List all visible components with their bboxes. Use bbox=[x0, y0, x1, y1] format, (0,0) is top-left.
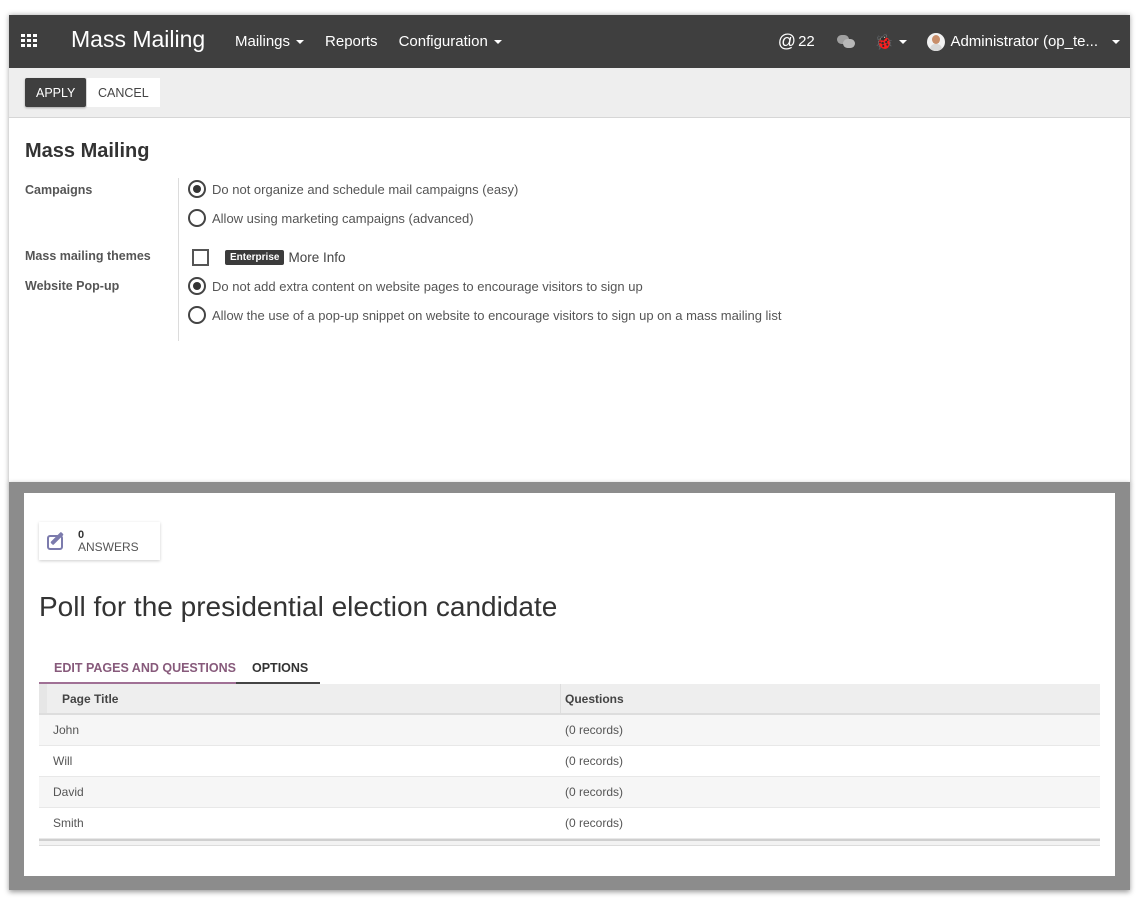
column-header-page-title[interactable]: Page Title bbox=[39, 684, 561, 713]
bug-icon: 🐞 bbox=[874, 33, 894, 51]
user-name: Administrator (op_te... bbox=[950, 33, 1098, 50]
mentions-button[interactable]: @ 22 bbox=[778, 31, 815, 52]
radio-unchecked[interactable] bbox=[188, 209, 206, 227]
themes-label: Mass mailing themes bbox=[25, 249, 151, 263]
menu-reports[interactable]: Reports bbox=[325, 33, 378, 50]
cancel-button[interactable]: CANCEL bbox=[87, 78, 160, 107]
table-row[interactable]: David (0 records) bbox=[39, 777, 1100, 808]
more-info-link[interactable]: More Info bbox=[288, 250, 345, 265]
top-menu: Mailings Reports Configuration bbox=[235, 33, 523, 50]
caret-down-icon bbox=[296, 39, 305, 44]
cell-page-title: Will bbox=[53, 754, 73, 768]
survey-form: 0 ANSWERS Poll for the presidential elec… bbox=[24, 493, 1115, 876]
menu-configuration[interactable]: Configuration bbox=[399, 33, 502, 50]
popup-label: Website Pop-up bbox=[25, 279, 120, 293]
main-navbar: Mass Mailing Mailings Reports Configurat… bbox=[9, 15, 1130, 68]
edit-icon bbox=[47, 531, 69, 551]
mention-count: 22 bbox=[798, 33, 815, 50]
form-tabs: EDIT PAGES AND QUESTIONS OPTIONS bbox=[39, 653, 1100, 685]
cell-questions: (0 records) bbox=[565, 723, 624, 737]
menu-mailings-label: Mailings bbox=[235, 33, 291, 50]
answers-label: ANSWERS bbox=[78, 540, 139, 554]
survey-title: Poll for the presidential election candi… bbox=[39, 591, 558, 622]
systray: @ 22 🐞 Administrator (op_te... bbox=[778, 15, 1130, 68]
chat-icon[interactable] bbox=[836, 34, 855, 49]
apps-menu-icon[interactable] bbox=[21, 34, 39, 48]
popup-option-none[interactable]: Do not add extra content on website page… bbox=[188, 277, 643, 295]
table-row[interactable]: Smith (0 records) bbox=[39, 808, 1100, 839]
table-footer bbox=[39, 839, 1100, 846]
option-label: Allow the use of a pop-up snippet on web… bbox=[212, 307, 782, 323]
caret-down-icon bbox=[1112, 39, 1120, 44]
cell-questions: (0 records) bbox=[565, 785, 624, 799]
tab-edit-pages-and-questions[interactable]: EDIT PAGES AND QUESTIONS bbox=[39, 653, 236, 684]
at-icon: @ bbox=[777, 31, 797, 51]
avatar bbox=[927, 32, 946, 51]
debug-menu-button[interactable]: 🐞 bbox=[875, 33, 908, 51]
menu-reports-label: Reports bbox=[325, 33, 378, 50]
survey-window: 0 ANSWERS Poll for the presidential elec… bbox=[9, 482, 1130, 890]
table-row[interactable]: John (0 records) bbox=[39, 715, 1100, 746]
column-header-questions[interactable]: Questions bbox=[561, 684, 624, 713]
radio-checked[interactable] bbox=[188, 277, 206, 295]
app-title: Mass Mailing bbox=[71, 26, 206, 52]
divider bbox=[178, 178, 179, 341]
option-label: Do not add extra content on website page… bbox=[212, 278, 643, 294]
menu-configuration-label: Configuration bbox=[398, 33, 488, 50]
menu-mailings[interactable]: Mailings bbox=[235, 33, 305, 50]
table-row[interactable]: Will (0 records) bbox=[39, 746, 1100, 777]
cell-questions: (0 records) bbox=[565, 754, 624, 768]
themes-field: Enterprise More Info bbox=[192, 249, 346, 266]
apply-button[interactable]: APPLY bbox=[25, 78, 87, 107]
user-menu[interactable]: Administrator (op_te... bbox=[927, 32, 1120, 51]
popup-option-snippet[interactable]: Allow the use of a pop-up snippet on web… bbox=[188, 306, 781, 324]
cell-page-title: Smith bbox=[53, 816, 84, 830]
option-label: Do not organize and schedule mail campai… bbox=[212, 181, 519, 197]
cell-page-title: David bbox=[53, 785, 84, 799]
campaigns-label: Campaigns bbox=[25, 183, 93, 197]
settings-window: Mass Mailing Mailings Reports Configurat… bbox=[9, 15, 1130, 485]
campaigns-option-advanced[interactable]: Allow using marketing campaigns (advance… bbox=[188, 209, 474, 227]
cell-questions: (0 records) bbox=[565, 816, 624, 830]
themes-checkbox[interactable] bbox=[192, 249, 209, 266]
pages-table: Page Title Questions John (0 records) Wi… bbox=[39, 684, 1100, 846]
control-panel: APPLY CANCEL bbox=[9, 68, 1130, 118]
table-header: Page Title Questions bbox=[39, 684, 1100, 715]
caret-down-icon bbox=[493, 39, 502, 44]
radio-unchecked[interactable] bbox=[188, 306, 206, 324]
radio-checked[interactable] bbox=[188, 180, 206, 198]
cell-page-title: John bbox=[53, 723, 80, 737]
section-title: Mass Mailing bbox=[25, 140, 150, 162]
enterprise-badge: Enterprise bbox=[225, 250, 285, 265]
answers-stat-button[interactable]: 0 ANSWERS bbox=[39, 522, 160, 560]
option-label: Allow using marketing campaigns (advance… bbox=[212, 210, 474, 226]
tab-options[interactable]: OPTIONS bbox=[236, 653, 320, 684]
caret-down-icon bbox=[899, 39, 908, 44]
campaigns-option-easy[interactable]: Do not organize and schedule mail campai… bbox=[188, 180, 518, 198]
